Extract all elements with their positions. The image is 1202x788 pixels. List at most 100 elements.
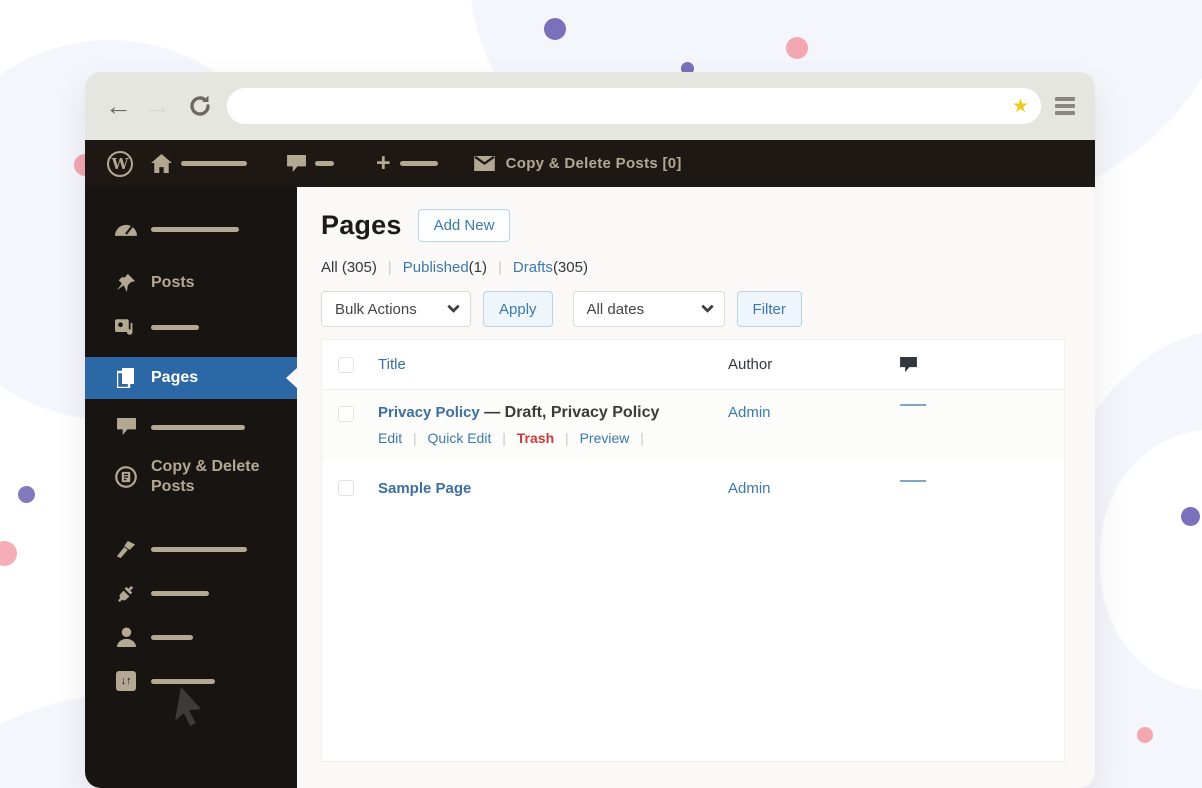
author-link[interactable]: Admin — [728, 404, 900, 421]
view-all-link[interactable]: All (305) — [321, 259, 377, 276]
admin-bar: W + Copy & Delete Posts [0] — [85, 140, 1095, 187]
decor-dot-pink — [786, 37, 808, 59]
sidebar-item-users[interactable] — [85, 615, 297, 659]
site-name-placeholder — [181, 161, 247, 166]
sidebar-item-pages[interactable]: Pages — [85, 357, 297, 399]
user-icon — [115, 627, 137, 647]
apply-button[interactable]: Apply — [483, 291, 553, 327]
edit-action-link[interactable]: Edit — [378, 430, 402, 446]
comment-bubble-icon — [900, 357, 917, 373]
filter-button[interactable]: Filter — [737, 291, 802, 327]
sidebar-item-comments[interactable] — [85, 405, 297, 449]
table-header-row: Title Author — [322, 340, 1064, 390]
sidebar-item-posts[interactable]: Posts — [85, 261, 297, 305]
mouse-cursor — [173, 685, 209, 729]
sidebar-label-placeholder — [151, 227, 239, 232]
decor-dot-pink — [1137, 727, 1153, 743]
row-checkbox[interactable] — [338, 406, 354, 422]
plug-icon — [115, 583, 137, 604]
title-column-header[interactable]: Title — [378, 356, 728, 373]
preview-action-link[interactable]: Preview — [580, 430, 630, 446]
action-divider: | — [413, 430, 417, 446]
envelope-icon — [474, 156, 495, 171]
dates-filter-select[interactable]: All dates — [573, 291, 725, 327]
sidebar-item-media[interactable] — [85, 305, 297, 349]
pages-admin-content: Pages Add New All (305) | Published(1) |… — [297, 187, 1095, 788]
select-all-checkbox[interactable] — [338, 357, 354, 373]
view-divider: | — [388, 259, 392, 276]
forward-icon[interactable]: → — [144, 93, 171, 120]
document-circle-icon — [115, 465, 137, 489]
settings-sliders-icon: ↓↑ — [115, 671, 137, 691]
admin-sidebar: Posts Pa — [85, 187, 297, 788]
view-all-count: (305) — [342, 259, 377, 276]
post-state-label: — Draft, Privacy Policy — [484, 404, 659, 421]
bulk-actions-select[interactable]: Bulk Actions — [321, 291, 471, 327]
row-actions-row: Edit | Quick Edit | Trash | Preview | — [322, 422, 1064, 460]
dashboard-gauge-icon — [115, 222, 137, 236]
action-divider: | — [502, 430, 506, 446]
comments-column-header — [900, 357, 1064, 373]
comment-count-placeholder — [315, 161, 334, 166]
admin-bar-comments[interactable] — [287, 155, 334, 173]
view-divider: | — [498, 259, 502, 276]
back-icon[interactable]: ← — [105, 93, 132, 120]
view-published-link[interactable]: Published(1) — [403, 259, 487, 276]
wordpress-logo-icon[interactable]: W — [107, 151, 133, 177]
browser-window: ← → ★ W + — [85, 72, 1095, 788]
chevron-down-icon — [701, 300, 714, 313]
active-item-notch — [286, 368, 297, 388]
bookmark-star-icon[interactable]: ★ — [1012, 97, 1029, 116]
bulk-actions-value: Bulk Actions — [335, 301, 417, 318]
chevron-down-icon — [447, 300, 460, 313]
browser-menu-icon[interactable] — [1055, 97, 1075, 115]
view-drafts-label: Drafts — [513, 259, 553, 276]
sidebar-item-label: Copy & Delete Posts — [151, 457, 271, 497]
sidebar-item-dashboard[interactable] — [85, 207, 297, 251]
comment-bubble-icon — [287, 155, 306, 173]
sidebar-label-placeholder — [151, 591, 209, 596]
sidebar-item-plugins[interactable] — [85, 571, 297, 615]
decor-dot-purple — [544, 18, 566, 40]
comment-bubble-icon — [115, 418, 137, 436]
paintbrush-icon — [115, 539, 137, 559]
view-drafts-count: (305) — [553, 259, 588, 276]
url-bar[interactable]: ★ — [227, 88, 1041, 124]
sidebar-item-copy-delete-posts[interactable]: Copy & Delete Posts — [85, 449, 297, 505]
sidebar-label-placeholder — [151, 679, 215, 684]
page-link[interactable]: Sample Page — [378, 480, 728, 497]
plus-icon: + — [376, 151, 391, 176]
action-divider: | — [565, 430, 569, 446]
decor-dot-purple — [1181, 507, 1200, 526]
comments-placeholder — [900, 404, 926, 406]
table-row: Sample Page Admin — [322, 460, 1064, 513]
sidebar-label-placeholder — [151, 547, 247, 552]
media-icon — [115, 317, 137, 337]
admin-bar-plugin-link[interactable]: Copy & Delete Posts [0] — [474, 155, 682, 172]
page-title: Pages — [321, 210, 402, 241]
author-link[interactable]: Admin — [728, 480, 900, 497]
sidebar-item-label: Posts — [151, 274, 195, 292]
sidebar-item-appearance[interactable] — [85, 527, 297, 571]
action-divider: | — [640, 430, 644, 446]
dates-filter-value: All dates — [587, 301, 645, 318]
add-new-button[interactable]: Add New — [418, 209, 511, 242]
admin-bar-new[interactable]: + — [376, 151, 438, 176]
admin-bar-site[interactable] — [151, 154, 247, 173]
comments-placeholder — [900, 480, 926, 482]
view-published-label: Published — [403, 259, 469, 276]
author-column-header: Author — [728, 356, 900, 373]
sidebar-label-placeholder — [151, 425, 245, 430]
quick-edit-action-link[interactable]: Quick Edit — [428, 430, 492, 446]
pages-icon — [115, 368, 137, 388]
row-checkbox[interactable] — [338, 480, 354, 496]
refresh-icon[interactable] — [187, 93, 213, 119]
trash-action-link[interactable]: Trash — [517, 430, 554, 446]
sidebar-gap — [85, 505, 297, 527]
browser-toolbar: ← → ★ — [85, 72, 1095, 140]
view-all-label: All — [321, 259, 338, 276]
home-icon — [151, 154, 172, 173]
page-link[interactable]: Privacy Policy — [378, 404, 480, 421]
view-published-count: (1) — [469, 259, 487, 276]
view-drafts-link[interactable]: Drafts(305) — [513, 259, 588, 276]
